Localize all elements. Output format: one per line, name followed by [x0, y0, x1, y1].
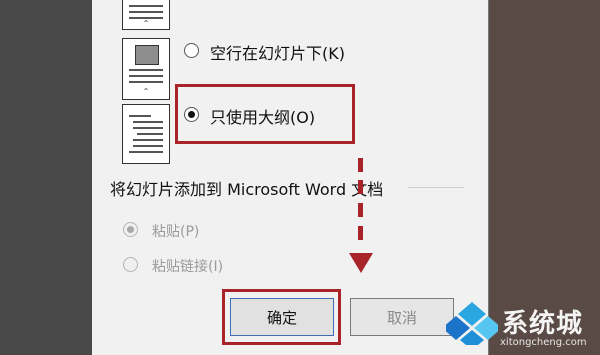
- section-divider: [408, 187, 464, 188]
- send-to-word-dialog: ⌃ ⌃ 空行在幻灯片下(K) 只使用大纲(O) 将幻灯片添加到 Microsof…: [92, 0, 489, 355]
- windows-logo-icon: [446, 302, 498, 345]
- paste-section-title: 将幻灯片添加到 Microsoft Word 文档: [110, 180, 384, 199]
- arrow-segment: [358, 226, 363, 240]
- layout-thumbnail-notes-next[interactable]: ⌃: [122, 0, 170, 30]
- watermark-name: 系统城: [502, 309, 584, 339]
- label-paste-link: 粘贴链接(I): [152, 259, 224, 275]
- label-blank-lines: 空行在幻灯片下(K): [210, 44, 345, 63]
- radio-blank-lines[interactable]: [184, 43, 199, 58]
- layout-thumbnail-outline-only[interactable]: [122, 104, 170, 164]
- layout-thumbnail-blank-lines[interactable]: ⌃: [122, 38, 170, 100]
- label-paste: 粘贴(P): [152, 224, 200, 240]
- watermark-url: xitongcheng.com: [500, 337, 587, 348]
- arrow-segment: [358, 180, 363, 194]
- radio-outline-only[interactable]: [184, 107, 199, 122]
- arrow-head-icon: [349, 253, 373, 273]
- ok-button[interactable]: 确定: [230, 298, 334, 336]
- radio-paste-link[interactable]: [123, 257, 138, 272]
- arrow-segment: [358, 203, 363, 217]
- label-outline-only: 只使用大纲(O): [210, 108, 316, 127]
- background-left: [0, 0, 92, 355]
- cancel-button[interactable]: 取消: [350, 298, 454, 336]
- background-right: [487, 0, 600, 355]
- radio-paste[interactable]: [123, 222, 138, 237]
- arrow-segment: [358, 158, 363, 172]
